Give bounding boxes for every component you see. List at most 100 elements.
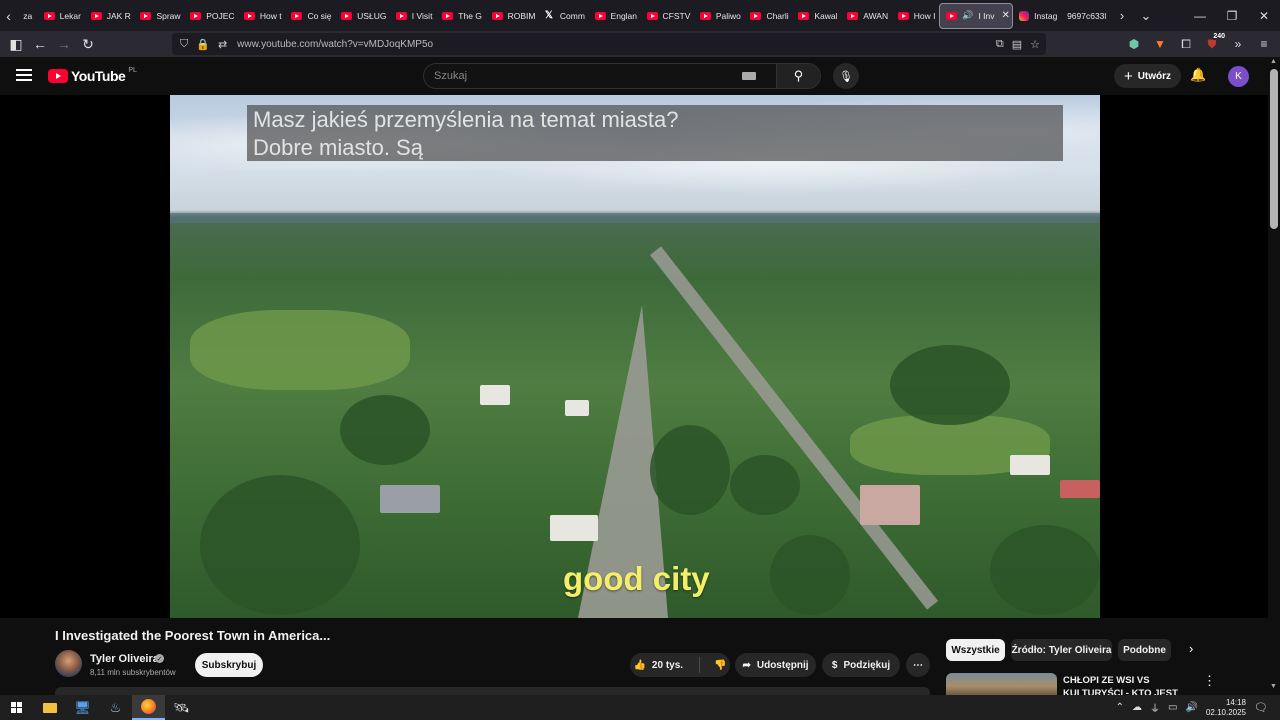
search-button[interactable]: ⚲ (776, 64, 820, 88)
chip-all[interactable]: Wszystkie (946, 639, 1005, 661)
reader-view-icon[interactable]: ▤ (1012, 38, 1022, 51)
lock-icon[interactable]: 🔒 (196, 38, 210, 51)
list-all-tabs-icon[interactable]: ⌄ (1134, 0, 1158, 31)
browser-tab[interactable]: AWAN (841, 3, 891, 29)
browser-tab[interactable]: I Visit (390, 3, 436, 29)
youtube-icon (395, 11, 407, 20)
browser-tab[interactable]: The G (436, 3, 485, 29)
thumbs-down-icon[interactable]: 👎 (714, 660, 726, 671)
chip-similar[interactable]: Podobne (1118, 639, 1171, 661)
account-avatar[interactable]: K (1228, 66, 1249, 87)
browser-tab[interactable]: ROBIM (486, 3, 539, 29)
scroll-thumb[interactable] (1270, 69, 1278, 229)
tab-label: 9697c633l (1067, 10, 1107, 21)
minimize-window-icon[interactable]: — (1184, 0, 1216, 31)
url-text[interactable]: www.youtube.com/watch?v=vMDJoqKMP5o (237, 39, 433, 50)
browser-tab[interactable]: POJEC (184, 3, 238, 29)
chips-next-chevron-icon[interactable]: › (1189, 641, 1193, 656)
tab-close-icon[interactable]: ✕ (1002, 10, 1010, 21)
tab-scroll-left-icon[interactable]: ‹ (0, 0, 17, 31)
browser-tab[interactable]: Spraw (134, 3, 184, 29)
browser-tab[interactable]: How t (238, 3, 286, 29)
youtube-play-icon (48, 69, 68, 83)
youtube-logo[interactable]: YouTube PL (48, 67, 137, 84)
file-explorer-icon[interactable] (33, 695, 66, 720)
reload-icon[interactable]: ↻ (76, 31, 100, 57)
tab-audio-icon[interactable]: 🔊 (962, 10, 973, 21)
subscribe-button[interactable]: Subskrybuj (195, 653, 263, 677)
search-input[interactable] (424, 70, 742, 82)
browser-tab[interactable]: Instag (1013, 3, 1061, 29)
sidebar-toggle-icon[interactable]: ◧ (4, 31, 28, 57)
thanks-button[interactable]: $ Podziękuj (822, 653, 900, 677)
bookmark-star-icon[interactable]: ☆ (1030, 38, 1040, 51)
clock[interactable]: 14:18 02.10.2025 (1206, 698, 1246, 718)
browser-tab[interactable]: za (17, 3, 37, 29)
tab-active[interactable]: 🔊 I Inv ✕ (939, 2, 1014, 29)
browser-tab[interactable]: Charli (744, 3, 792, 29)
volume-icon[interactable]: 🔊 (1186, 702, 1198, 713)
guide-menu-icon[interactable] (16, 69, 32, 81)
permissions-icon[interactable]: ⇄ (218, 38, 227, 51)
start-button[interactable] (0, 695, 33, 720)
browser-tab[interactable]: Kawal (792, 3, 841, 29)
remote-desktop-icon[interactable]: 🖥 (66, 695, 99, 720)
browser-tab[interactable]: JAK R (85, 3, 135, 29)
forward-icon[interactable]: → (52, 31, 76, 57)
browser-tab[interactable]: Lekar (38, 3, 85, 29)
voice-search-button[interactable]: 🎙 (833, 63, 859, 89)
restore-window-icon[interactable]: ❐ (1216, 0, 1248, 31)
browser-tab[interactable]: Paliwo (694, 3, 745, 29)
recommended-video-thumbnail[interactable] (946, 673, 1057, 695)
ublock-extension-icon[interactable]: ⛊ 240 (1202, 33, 1225, 54)
notifications-bell-icon[interactable]: 🔔 (1190, 67, 1206, 83)
tab-label: Kawal (814, 10, 838, 21)
browser-tab[interactable]: How I (892, 3, 940, 29)
chip-source-channel[interactable]: Źródło: Tyler Oliveira (1011, 639, 1112, 661)
tray-overflow-chevron-icon[interactable]: ⌃ (1116, 702, 1124, 713)
close-window-icon[interactable]: ✕ (1248, 0, 1280, 31)
app-satellite-icon[interactable]: 🛰 (165, 695, 198, 720)
extensions-puzzle-icon[interactable]: ⧠ (1176, 34, 1196, 54)
share-button[interactable]: ➦ Udostępnij (735, 653, 816, 677)
fox-extension-icon[interactable]: ▼ (1150, 34, 1170, 54)
tab-scroll-right-icon[interactable]: › (1110, 0, 1134, 31)
onedrive-cloud-icon[interactable]: ☁ (1132, 702, 1142, 713)
address-bar[interactable]: ⛉ 🔒 ⇄ www.youtube.com/watch?v=vMDJoqKMP5… (172, 33, 1046, 55)
microphone-icon: 🎙 (839, 70, 853, 83)
notifications-icon[interactable]: 🗨 (1254, 701, 1270, 714)
more-actions-icon[interactable]: ⋯ (906, 653, 930, 677)
page-scrollbar[interactable]: ▲ ▼ (1268, 57, 1280, 695)
scroll-up-icon[interactable]: ▲ (1270, 58, 1277, 65)
description-box[interactable] (55, 687, 930, 695)
usb-icon[interactable]: ⏚ (1150, 700, 1160, 715)
browser-tab[interactable]: CFSTV (641, 3, 694, 29)
back-icon[interactable]: ← (28, 31, 52, 57)
clock-date: 02.10.2025 (1205, 707, 1246, 717)
create-button[interactable]: + Utwórz (1114, 64, 1181, 88)
video-player[interactable]: Masz jakieś przemyślenia na temat miasta… (170, 95, 1100, 618)
recommended-video-title[interactable]: CHŁOPI ZE WSI VS KULTURYŚCI - KTO JEST (1063, 674, 1183, 695)
app-menu-icon[interactable]: ≡ (1254, 34, 1274, 54)
browser-tab[interactable]: 𝕏 Comm (539, 3, 589, 29)
overflow-chevron-icon[interactable]: » (1228, 34, 1248, 54)
scroll-down-icon[interactable]: ▼ (1270, 683, 1277, 690)
like-button[interactable]: 👍 20 tys. (633, 660, 683, 671)
channel-avatar[interactable] (55, 650, 82, 677)
firefox-icon[interactable] (132, 695, 165, 720)
keyboard-icon[interactable] (742, 72, 756, 80)
network-icon[interactable]: ▭ (1168, 702, 1177, 713)
recommended-more-icon[interactable]: ⋮ (1203, 673, 1216, 689)
browser-tab[interactable]: Englan (589, 3, 641, 29)
video-house (480, 385, 510, 405)
browser-tab[interactable]: USŁUG (335, 3, 390, 29)
browser-tab[interactable]: 9697c633l (1061, 3, 1110, 29)
picture-in-picture-icon[interactable]: ⧉ (996, 38, 1004, 51)
caption-line-1: Masz jakieś przemyślenia na temat miasta… (253, 107, 679, 132)
browser-tab[interactable]: Co się (285, 3, 335, 29)
video-trees (200, 475, 360, 615)
tracking-protection-icon[interactable]: ⛉ (180, 38, 188, 51)
steam-icon[interactable]: ♨ (99, 695, 132, 720)
shield-extension-icon[interactable]: ⬢ (1124, 34, 1144, 54)
channel-name[interactable]: Tyler Oliveira (90, 653, 159, 665)
